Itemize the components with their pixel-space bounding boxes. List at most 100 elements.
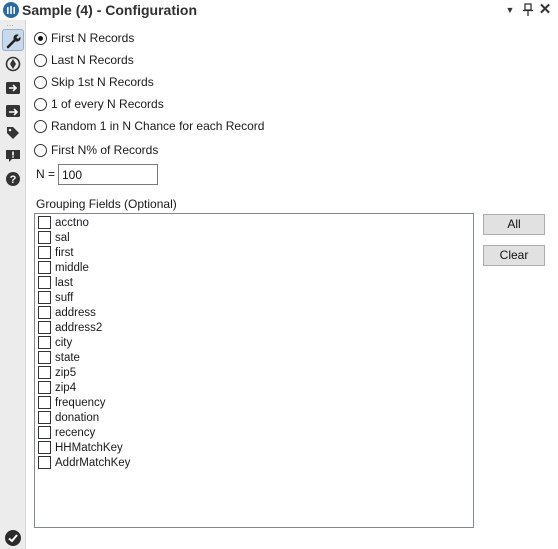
wrench-icon xyxy=(6,34,21,49)
field-name: address xyxy=(55,306,96,319)
tool-navigate-icon xyxy=(5,56,21,72)
checkbox[interactable] xyxy=(38,336,51,349)
option-first-n-percent[interactable]: First N% of Records xyxy=(34,142,158,158)
radio-button[interactable] xyxy=(34,75,47,89)
svg-text:?: ? xyxy=(10,174,17,186)
field-name: address2 xyxy=(55,321,103,334)
configuration-tab-button[interactable] xyxy=(2,29,24,51)
close-icon[interactable]: ✕ xyxy=(538,2,552,18)
app-logo-icon xyxy=(3,2,19,18)
annotation-tab-button[interactable] xyxy=(2,122,24,144)
list-item[interactable]: suff xyxy=(38,290,73,305)
checkbox[interactable] xyxy=(38,306,51,319)
checkbox[interactable] xyxy=(38,231,51,244)
list-item[interactable]: recency xyxy=(38,425,95,440)
field-name: middle xyxy=(55,261,89,274)
field-name: HHMatchKey xyxy=(55,441,123,454)
pin-icon[interactable] xyxy=(521,2,535,18)
n-value-input[interactable] xyxy=(58,164,158,185)
list-item[interactable]: donation xyxy=(38,410,99,425)
field-name: city xyxy=(55,336,73,349)
list-item[interactable]: AddrMatchKey xyxy=(38,455,130,470)
list-item[interactable]: zip5 xyxy=(38,365,76,380)
field-name: first xyxy=(55,246,74,259)
radio-button[interactable] xyxy=(34,31,47,45)
title-bar: Sample (4) - Configuration ▼ ✕ xyxy=(0,0,558,20)
checkbox[interactable] xyxy=(38,381,51,394)
checkbox[interactable] xyxy=(38,216,51,229)
configuration-sidebar: … ? xyxy=(0,20,26,549)
grouping-fields-label: Grouping Fields (Optional) xyxy=(36,197,177,211)
list-item[interactable]: sal xyxy=(38,230,70,245)
clear-button[interactable]: Clear xyxy=(483,245,545,266)
option-label: 1 of every N Records xyxy=(51,97,164,111)
checkbox[interactable] xyxy=(38,261,51,274)
configuration-panel: First N Records Last N Records Skip 1st … xyxy=(26,20,558,549)
list-item[interactable]: zip4 xyxy=(38,380,76,395)
list-item[interactable]: middle xyxy=(38,260,89,275)
option-label: Skip 1st N Records xyxy=(51,75,154,89)
checkbox[interactable] xyxy=(38,291,51,304)
list-item[interactable]: frequency xyxy=(38,395,106,410)
field-name: acctno xyxy=(55,216,89,229)
list-item[interactable]: state xyxy=(38,350,80,365)
window-title: Sample (4) - Configuration xyxy=(22,2,197,18)
checkbox[interactable] xyxy=(38,276,51,289)
field-name: state xyxy=(55,351,80,364)
field-name: frequency xyxy=(55,396,106,409)
checkmark-icon xyxy=(5,530,21,546)
field-name: sal xyxy=(55,231,70,244)
checkbox[interactable] xyxy=(38,441,51,454)
option-label: Last N Records xyxy=(51,53,134,67)
checkbox[interactable] xyxy=(38,411,51,424)
checkbox[interactable] xyxy=(38,321,51,334)
list-item[interactable]: address xyxy=(38,305,96,320)
field-name: zip5 xyxy=(55,366,77,379)
list-item[interactable]: acctno xyxy=(38,215,89,230)
alert-icon xyxy=(6,150,20,162)
field-name: recency xyxy=(55,426,96,439)
option-random-one-in-n[interactable]: Random 1 in N Chance for each Record xyxy=(34,118,264,134)
option-label: First N% of Records xyxy=(51,143,159,157)
grouping-fields-list[interactable]: acctno sal first middle last suff addres… xyxy=(34,213,474,528)
help-icon: ? xyxy=(6,172,20,186)
list-item[interactable]: city xyxy=(38,335,72,350)
option-first-n-records[interactable]: First N Records xyxy=(34,30,134,46)
checkbox[interactable] xyxy=(38,396,51,409)
field-name: suff xyxy=(55,291,74,304)
field-name: zip4 xyxy=(55,381,77,394)
dropdown-icon[interactable]: ▼ xyxy=(503,2,517,18)
field-name: AddrMatchKey xyxy=(55,456,131,469)
checkbox[interactable] xyxy=(38,246,51,259)
select-all-button[interactable]: All xyxy=(483,214,545,235)
option-label: First N Records xyxy=(51,31,135,45)
checkbox[interactable] xyxy=(38,456,51,469)
checkbox[interactable] xyxy=(38,366,51,379)
output-arrow-icon xyxy=(6,105,20,117)
list-item[interactable]: last xyxy=(38,275,73,290)
radio-button[interactable] xyxy=(34,97,47,111)
option-skip-first-n-records[interactable]: Skip 1st N Records xyxy=(34,74,154,90)
list-item[interactable]: HHMatchKey xyxy=(38,440,123,455)
radio-button[interactable] xyxy=(34,143,47,157)
n-label: N = xyxy=(36,167,56,181)
option-one-of-every-n[interactable]: 1 of every N Records xyxy=(34,96,164,112)
list-item[interactable]: address2 xyxy=(38,320,102,335)
checkbox[interactable] xyxy=(38,426,51,439)
radio-button[interactable] xyxy=(34,53,47,67)
output-tab-button[interactable] xyxy=(2,100,24,122)
field-name: last xyxy=(55,276,73,289)
errors-tab-button[interactable] xyxy=(2,145,24,167)
tag-icon xyxy=(7,127,19,139)
option-label: Random 1 in N Chance for each Record xyxy=(51,119,265,133)
navigate-tab-button[interactable] xyxy=(2,53,24,75)
field-name: donation xyxy=(55,411,100,424)
option-last-n-records[interactable]: Last N Records xyxy=(34,52,134,68)
list-item[interactable]: first xyxy=(38,245,74,260)
grip-handle[interactable]: … xyxy=(6,20,20,28)
input-arrow-icon xyxy=(6,82,20,94)
help-tab-button[interactable]: ? xyxy=(2,168,24,190)
input-tab-button[interactable] xyxy=(2,77,24,99)
checkbox[interactable] xyxy=(38,351,51,364)
radio-button[interactable] xyxy=(34,119,47,133)
